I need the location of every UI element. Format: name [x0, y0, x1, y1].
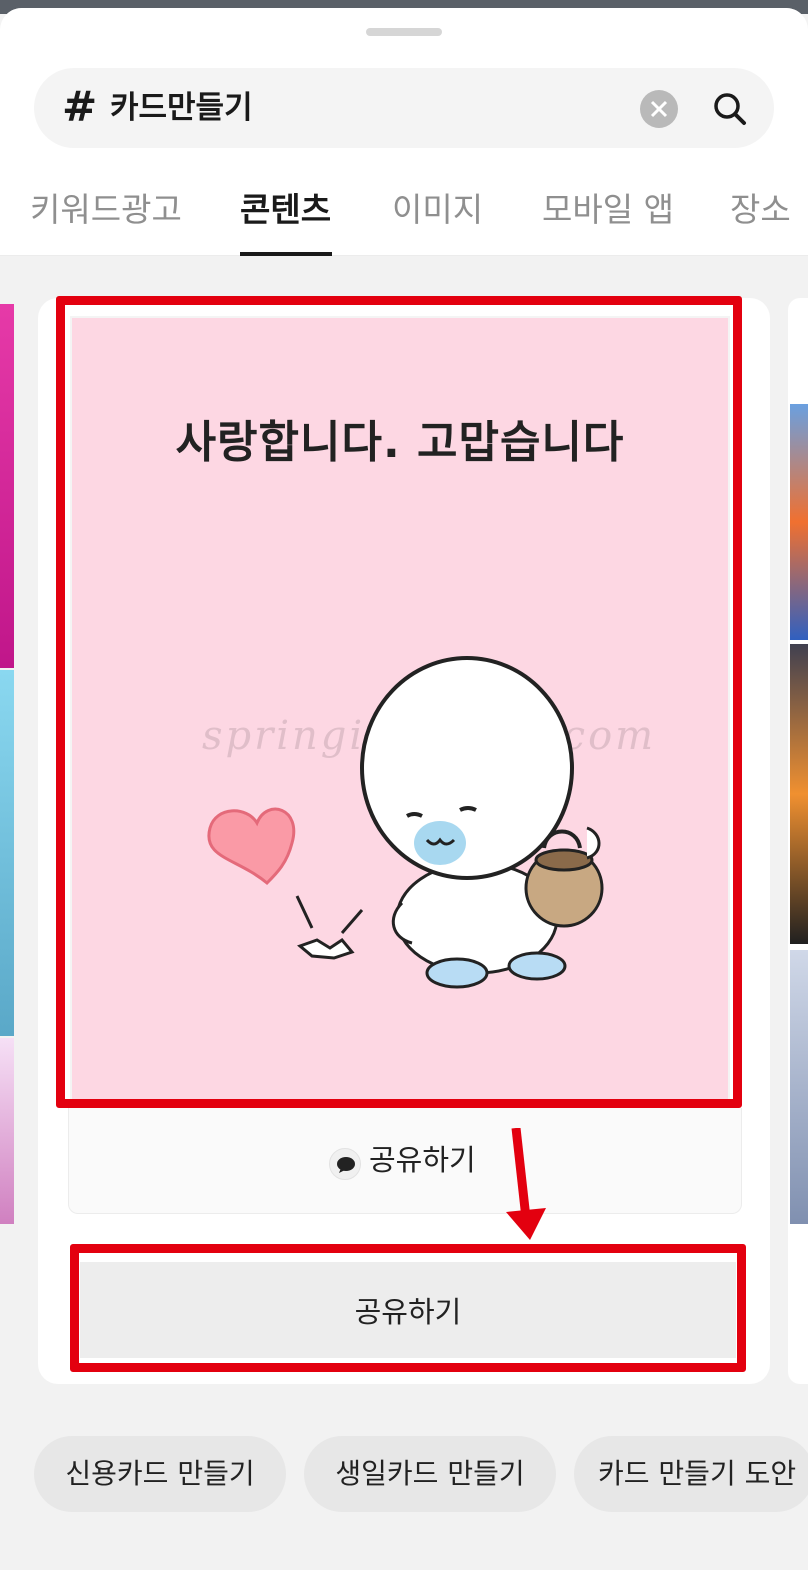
related-chip[interactable]: 카드 만들기 도안	[574, 1436, 808, 1512]
tab-mobile-apps[interactable]: 모바일 앱	[542, 188, 674, 232]
prev-card-peek[interactable]	[0, 1038, 14, 1224]
tab-keyword-ads[interactable]: 키워드광고	[30, 188, 182, 232]
next-card-peek[interactable]	[788, 298, 808, 1384]
tab-places[interactable]: 장소	[730, 188, 791, 232]
next-card-thumbnail	[790, 644, 808, 944]
next-card-thumbnail	[790, 404, 808, 640]
drag-handle[interactable]	[366, 28, 442, 36]
speech-bubble-icon	[329, 1148, 361, 1180]
hashtag-icon: #	[62, 82, 98, 131]
bottom-sheet: # 카드만들기 키워드광고 콘텐츠 이미지 모바일 앱 장소 사랑합니다. 고맙…	[0, 8, 808, 1570]
sheet-header: # 카드만들기 키워드광고 콘텐츠 이미지 모바일 앱 장소	[0, 8, 808, 256]
tab-bar: 키워드광고 콘텐츠 이미지 모바일 앱 장소	[0, 178, 808, 256]
tab-contents[interactable]: 콘텐츠	[240, 188, 331, 232]
clear-icon[interactable]	[640, 90, 678, 128]
card-share-row[interactable]: 공유하기	[68, 1108, 742, 1214]
tab-images[interactable]: 이미지	[392, 188, 483, 232]
prev-card-peek[interactable]	[0, 670, 14, 1036]
related-chip[interactable]: 생일카드 만들기	[304, 1436, 556, 1512]
search-icon[interactable]	[710, 89, 750, 129]
related-chip[interactable]: 신용카드 만들기	[34, 1436, 286, 1512]
search-bar[interactable]: # 카드만들기	[34, 68, 774, 148]
search-input[interactable]: 카드만들기	[110, 88, 253, 128]
red-arrow-annotation	[506, 1128, 546, 1240]
next-card-thumbnail	[790, 950, 808, 1224]
active-tab-indicator	[240, 252, 332, 256]
prev-card-peek[interactable]	[0, 304, 14, 668]
highlight-box-image	[56, 296, 742, 1108]
card-share-label: 공유하기	[369, 1143, 476, 1177]
share-button[interactable]: 공유하기	[80, 1262, 736, 1358]
